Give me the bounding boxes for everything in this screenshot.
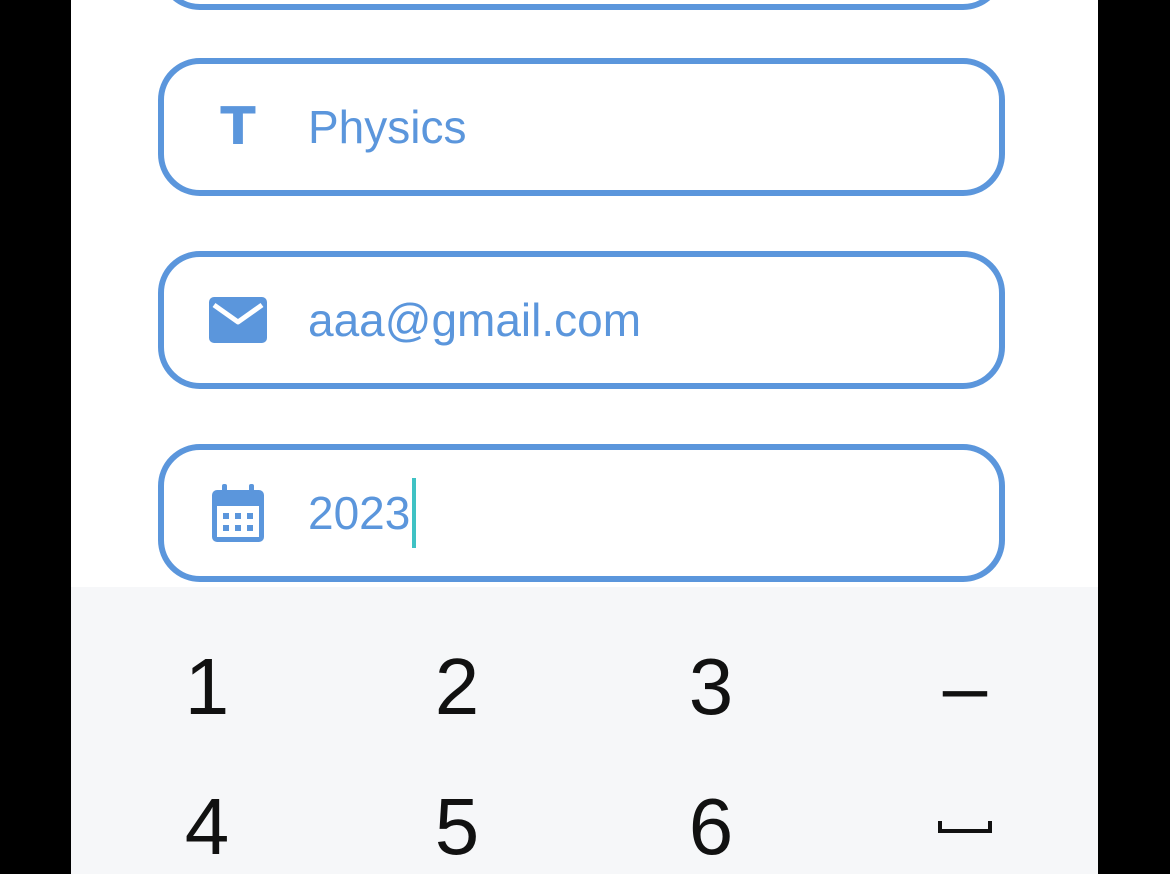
key-1[interactable]: 1 <box>79 617 335 757</box>
space-key-icon <box>938 821 992 833</box>
key-2[interactable]: 2 <box>329 617 585 757</box>
key-6[interactable]: 6 <box>583 757 839 874</box>
year-field[interactable]: 2023 <box>158 444 1005 582</box>
key-3[interactable]: 3 <box>583 617 839 757</box>
key-space[interactable] <box>837 757 1093 874</box>
numeric-keyboard: 1 2 3 – 4 5 6 <box>71 587 1098 874</box>
previous-input-field[interactable] <box>158 0 1005 10</box>
key-4[interactable]: 4 <box>79 757 335 874</box>
email-field[interactable]: aaa@gmail.com <box>158 251 1005 389</box>
year-value: 2023 <box>308 487 411 539</box>
subject-field[interactable]: T Physics <box>158 58 1005 196</box>
key-5[interactable]: 5 <box>329 757 585 874</box>
text-t-glyph: T <box>220 97 256 157</box>
subject-value: Physics <box>308 101 467 153</box>
text-t-icon: T <box>208 97 268 157</box>
email-value: aaa@gmail.com <box>308 294 642 346</box>
year-value-wrapper: 2023 <box>308 478 417 548</box>
mail-icon <box>208 290 268 350</box>
key-dash[interactable]: – <box>837 617 1093 757</box>
app-screen: T Physics aaa@gmail.com 2023 1 2 3 – 4 5… <box>71 0 1098 874</box>
text-caret <box>412 478 417 548</box>
calendar-icon <box>208 483 268 543</box>
